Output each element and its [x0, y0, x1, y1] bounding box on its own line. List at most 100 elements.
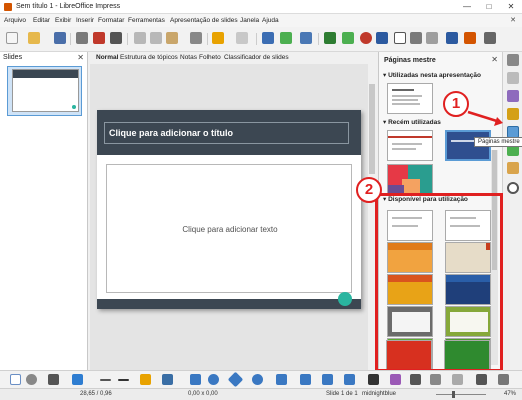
- menu-arquivo[interactable]: Arquivo: [4, 17, 26, 24]
- arrange-icon[interactable]: [430, 374, 441, 385]
- select-icon[interactable]: [10, 374, 21, 385]
- minimize-button[interactable]: —: [456, 0, 478, 14]
- stars-icon[interactable]: [344, 374, 355, 385]
- grid-icon[interactable]: [300, 32, 312, 44]
- spelling-icon[interactable]: [280, 32, 292, 44]
- print-icon[interactable]: [110, 32, 122, 44]
- clone-formatting-icon[interactable]: [190, 32, 202, 44]
- status-bar: 28,65 / 0,96 0,00 x 0,00 Slide 1 de 1 mi…: [0, 388, 522, 400]
- symbol-shapes-icon[interactable]: [252, 374, 263, 385]
- redo-icon[interactable]: [236, 32, 248, 44]
- fontwork-icon[interactable]: [426, 32, 438, 44]
- rotate-icon[interactable]: [390, 374, 401, 385]
- flowchart-icon[interactable]: [300, 374, 311, 385]
- window-title: Sem título 1 - LibreOffice Impress: [16, 3, 121, 10]
- cursor-position: 28,65 / 0,96: [80, 391, 112, 397]
- tab-slide-sorter[interactable]: Classificador de slides: [224, 54, 289, 61]
- arrow-line-icon[interactable]: [118, 379, 129, 381]
- annotation-marker-1: 1: [443, 91, 469, 117]
- thumb-line: [392, 95, 422, 97]
- animation-icon[interactable]: [507, 108, 519, 120]
- menu-inserir[interactable]: Inserir: [76, 17, 94, 24]
- tab-outline[interactable]: Estrutura de tópicos: [120, 54, 178, 61]
- tab-notes[interactable]: Notas: [180, 54, 197, 61]
- open-folder-icon[interactable]: [28, 32, 40, 44]
- special-character-icon[interactable]: [410, 32, 422, 44]
- sidebar-menu-icon[interactable]: [507, 54, 519, 66]
- export-pdf-icon[interactable]: [93, 32, 105, 44]
- sidebar-deck: [502, 52, 522, 370]
- zoom-slider[interactable]: [436, 394, 486, 395]
- annotation-marker-2: 2: [356, 177, 382, 203]
- more-options-icon[interactable]: [484, 32, 496, 44]
- undo-icon[interactable]: [212, 32, 224, 44]
- gallery-icon[interactable]: [507, 162, 519, 174]
- properties-icon[interactable]: [507, 72, 519, 84]
- master-name: midnightblue: [362, 391, 397, 397]
- zoom-level[interactable]: 47%: [504, 391, 516, 397]
- media-icon[interactable]: [360, 32, 372, 44]
- tab-handout[interactable]: Folheto: [199, 54, 221, 61]
- basic-shapes-icon[interactable]: [227, 371, 244, 388]
- find-replace-icon[interactable]: [262, 32, 274, 44]
- thumb-line: [392, 103, 420, 105]
- slide-counter: Slide 1 de 1: [326, 391, 358, 397]
- close-master-pages-button[interactable]: ✕: [491, 55, 498, 64]
- shadow-icon[interactable]: [452, 374, 463, 385]
- slide-transition-icon[interactable]: [507, 90, 519, 102]
- connector-icon[interactable]: [162, 374, 173, 385]
- 3d-objects-icon[interactable]: [368, 374, 379, 385]
- menu-ferramentas[interactable]: Ferramentas: [128, 17, 165, 24]
- ellipse-icon[interactable]: [208, 374, 219, 385]
- menu-formatar[interactable]: Formatar: [98, 17, 124, 24]
- curve-icon[interactable]: [140, 374, 151, 385]
- callouts-icon[interactable]: [322, 374, 333, 385]
- crop-icon[interactable]: [476, 374, 487, 385]
- paste-icon[interactable]: [166, 32, 178, 44]
- copy-icon[interactable]: [150, 32, 162, 44]
- master-thumb-recent-1[interactable]: [387, 130, 433, 161]
- title-placeholder[interactable]: Clique para adicionar o título: [104, 122, 349, 144]
- align-icon[interactable]: [410, 374, 421, 385]
- menu-editar[interactable]: Editar: [33, 17, 50, 24]
- navigator-icon[interactable]: [507, 182, 519, 194]
- chart-icon[interactable]: [376, 32, 388, 44]
- table-icon[interactable]: [324, 32, 336, 44]
- menu-apresentacao[interactable]: Apresentação de slides: [170, 17, 238, 24]
- master-pages-title: Páginas mestre: [384, 57, 436, 64]
- current-slide[interactable]: Clique para adicionar o título Clique pa…: [97, 110, 361, 309]
- line-color-icon[interactable]: [48, 374, 59, 385]
- close-window-button[interactable]: ✕: [500, 0, 522, 14]
- cut-icon[interactable]: [134, 32, 146, 44]
- section-recent[interactable]: ▾ Recém utilizadas: [383, 118, 441, 126]
- section-used[interactable]: ▾ Utilizadas nesta apresentação: [383, 71, 481, 79]
- close-document-button[interactable]: ✕: [510, 16, 516, 24]
- menu-ajuda[interactable]: Ajuda: [262, 17, 279, 24]
- save-icon[interactable]: [54, 32, 66, 44]
- close-slides-pane-button[interactable]: ✕: [77, 53, 84, 62]
- start-slideshow-icon[interactable]: [464, 32, 476, 44]
- rectangle-icon[interactable]: [190, 374, 201, 385]
- title-bar: Sem título 1 - LibreOffice Impress — □ ✕: [0, 0, 522, 14]
- new-document-icon[interactable]: [6, 32, 18, 44]
- master-thumb-recent-3[interactable]: [387, 164, 433, 195]
- menu-janela[interactable]: Janela: [240, 17, 259, 24]
- edit-icon[interactable]: [76, 32, 88, 44]
- text-box-icon[interactable]: [394, 32, 406, 44]
- line-icon[interactable]: [100, 379, 111, 381]
- content-placeholder[interactable]: Clique para adicionar texto: [106, 164, 352, 293]
- image-icon[interactable]: [342, 32, 354, 44]
- menu-exibir[interactable]: Exibir: [55, 17, 71, 24]
- toggle-extrusion-icon[interactable]: [498, 374, 509, 385]
- master-thumb-used[interactable]: [387, 83, 433, 114]
- canvas-scroll-thumb[interactable]: [369, 84, 375, 174]
- tab-normal[interactable]: Normal: [96, 54, 118, 61]
- maximize-button[interactable]: □: [478, 0, 500, 14]
- hyperlink-icon[interactable]: [446, 32, 458, 44]
- slide-thumbnail[interactable]: [12, 69, 79, 112]
- fill-color-icon[interactable]: [72, 374, 83, 385]
- content-placeholder-text: Clique para adicionar texto: [182, 225, 278, 234]
- zoom-slider-knob[interactable]: [452, 391, 455, 398]
- block-arrows-icon[interactable]: [276, 374, 287, 385]
- zoom-pan-icon[interactable]: [26, 374, 37, 385]
